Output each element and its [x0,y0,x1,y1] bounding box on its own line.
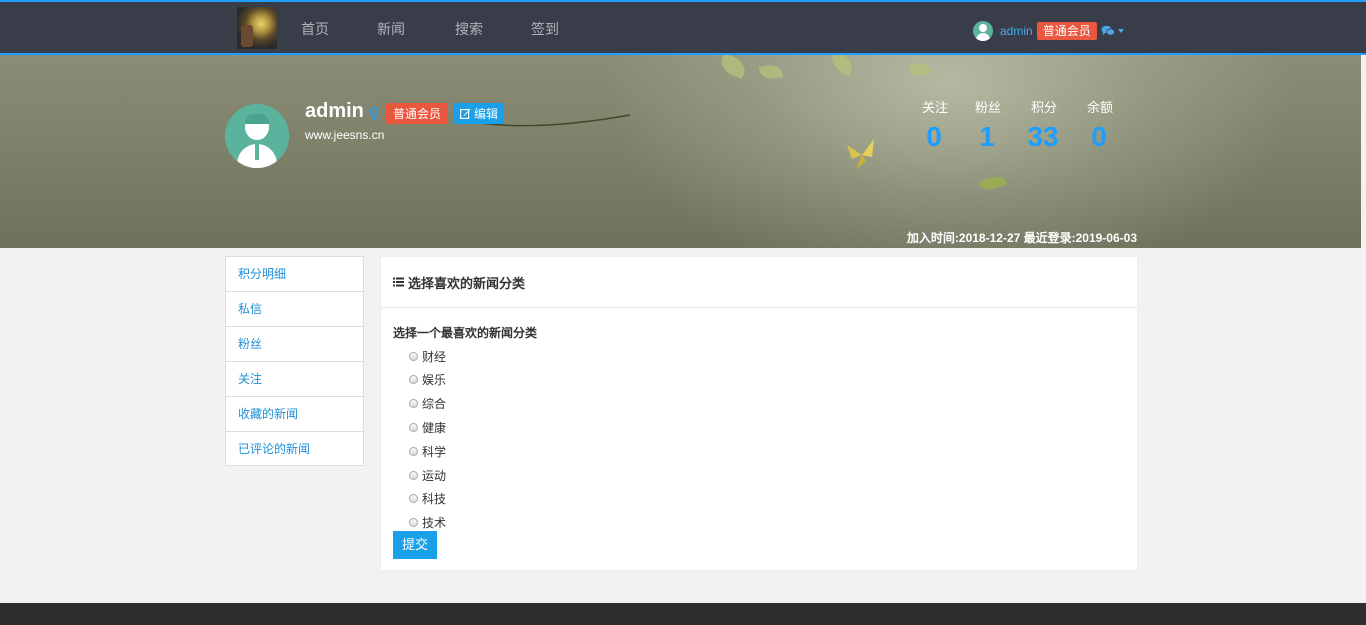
panel-title: 选择喜欢的新闻分类 [408,275,526,291]
page-footer [0,603,1366,625]
sidebar-item-messages[interactable]: 私信 [226,292,363,327]
stat-label-points: 积分 [1030,100,1057,115]
user-level-badge: 普通会员 [1036,22,1097,40]
radio-button[interactable] [409,352,418,361]
question-label: 选择一个最喜欢的新闻分类 [393,326,538,340]
list-icon [393,277,404,287]
radio-button[interactable] [409,423,418,432]
option-entertainment[interactable]: 娱乐 [409,371,446,388]
nav-search[interactable]: 搜索 [455,19,483,39]
stat-value-following[interactable]: 0 [904,121,964,153]
stat-value-fans[interactable]: 1 [957,121,1017,153]
user-name[interactable]: admin [1000,24,1033,38]
scrollbar[interactable] [1361,55,1366,573]
radio-button[interactable] [409,494,418,503]
nav-home[interactable]: 首页 [301,19,329,39]
option-science[interactable]: 科学 [409,443,446,460]
chat-icon[interactable] [1101,25,1115,37]
stat-label-following: 关注 [921,100,948,115]
edit-icon [460,109,471,119]
radio-button[interactable] [409,399,418,408]
site-logo[interactable] [237,7,277,49]
option-tech[interactable]: 科技 [409,490,446,507]
user-menu[interactable]: admin 普通会员 [973,20,1124,42]
nav-checkin[interactable]: 签到 [531,19,559,39]
butterfly-icon [847,139,874,169]
user-sidebar: 积分明细 私信 粉丝 关注 收藏的新闻 已评论的新闻 [225,256,364,466]
profile-name: admin [305,100,364,122]
profile-website[interactable]: www.jeesns.cn [305,128,384,142]
option-technology[interactable]: 技术 [409,514,446,531]
profile-banner: admin 普通会员 编辑 www.jeesns.cn 关注 粉丝 积分 余额 … [0,55,1361,248]
top-navbar: 首页 新闻 搜索 签到 admin 普通会员 [0,0,1366,55]
user-avatar [973,21,993,41]
radio-button[interactable] [409,471,418,480]
news-category-panel: 选择喜欢的新闻分类 选择一个最喜欢的新闻分类 财经 娱乐 综合 健康 科学 运动… [380,256,1138,571]
profile-level-badge: 普通会员 [386,103,449,124]
radio-button[interactable] [409,375,418,384]
sidebar-item-fans[interactable]: 粉丝 [226,327,363,362]
stat-value-balance[interactable]: 0 [1069,121,1129,153]
panel-header: 选择喜欢的新闻分类 [381,257,1137,308]
stat-value-points[interactable]: 33 [1013,121,1073,153]
edit-label: 编辑 [474,107,499,121]
sidebar-item-favorite-news[interactable]: 收藏的新闻 [226,397,363,432]
edit-profile-button[interactable]: 编辑 [454,103,505,124]
join-info: 加入时间:2018-12-27 最近登录:2019-06-03 [906,231,1137,245]
option-health[interactable]: 健康 [409,419,446,436]
submit-button[interactable]: 提交 [393,531,437,559]
sidebar-item-points-detail[interactable]: 积分明细 [226,257,363,292]
option-general[interactable]: 综合 [409,395,446,412]
stat-label-fans: 粉丝 [974,100,1001,115]
sidebar-item-following[interactable]: 关注 [226,362,363,397]
sidebar-item-commented-news[interactable]: 已评论的新闻 [226,432,363,467]
nav-news[interactable]: 新闻 [377,19,405,39]
option-finance[interactable]: 财经 [409,348,446,365]
radio-button[interactable] [409,518,418,527]
chevron-down-icon[interactable] [1117,29,1124,33]
option-sports[interactable]: 运动 [409,467,446,484]
female-icon [369,107,379,124]
stat-label-balance: 余额 [1086,100,1113,115]
profile-avatar [225,104,289,168]
radio-button[interactable] [409,447,418,456]
